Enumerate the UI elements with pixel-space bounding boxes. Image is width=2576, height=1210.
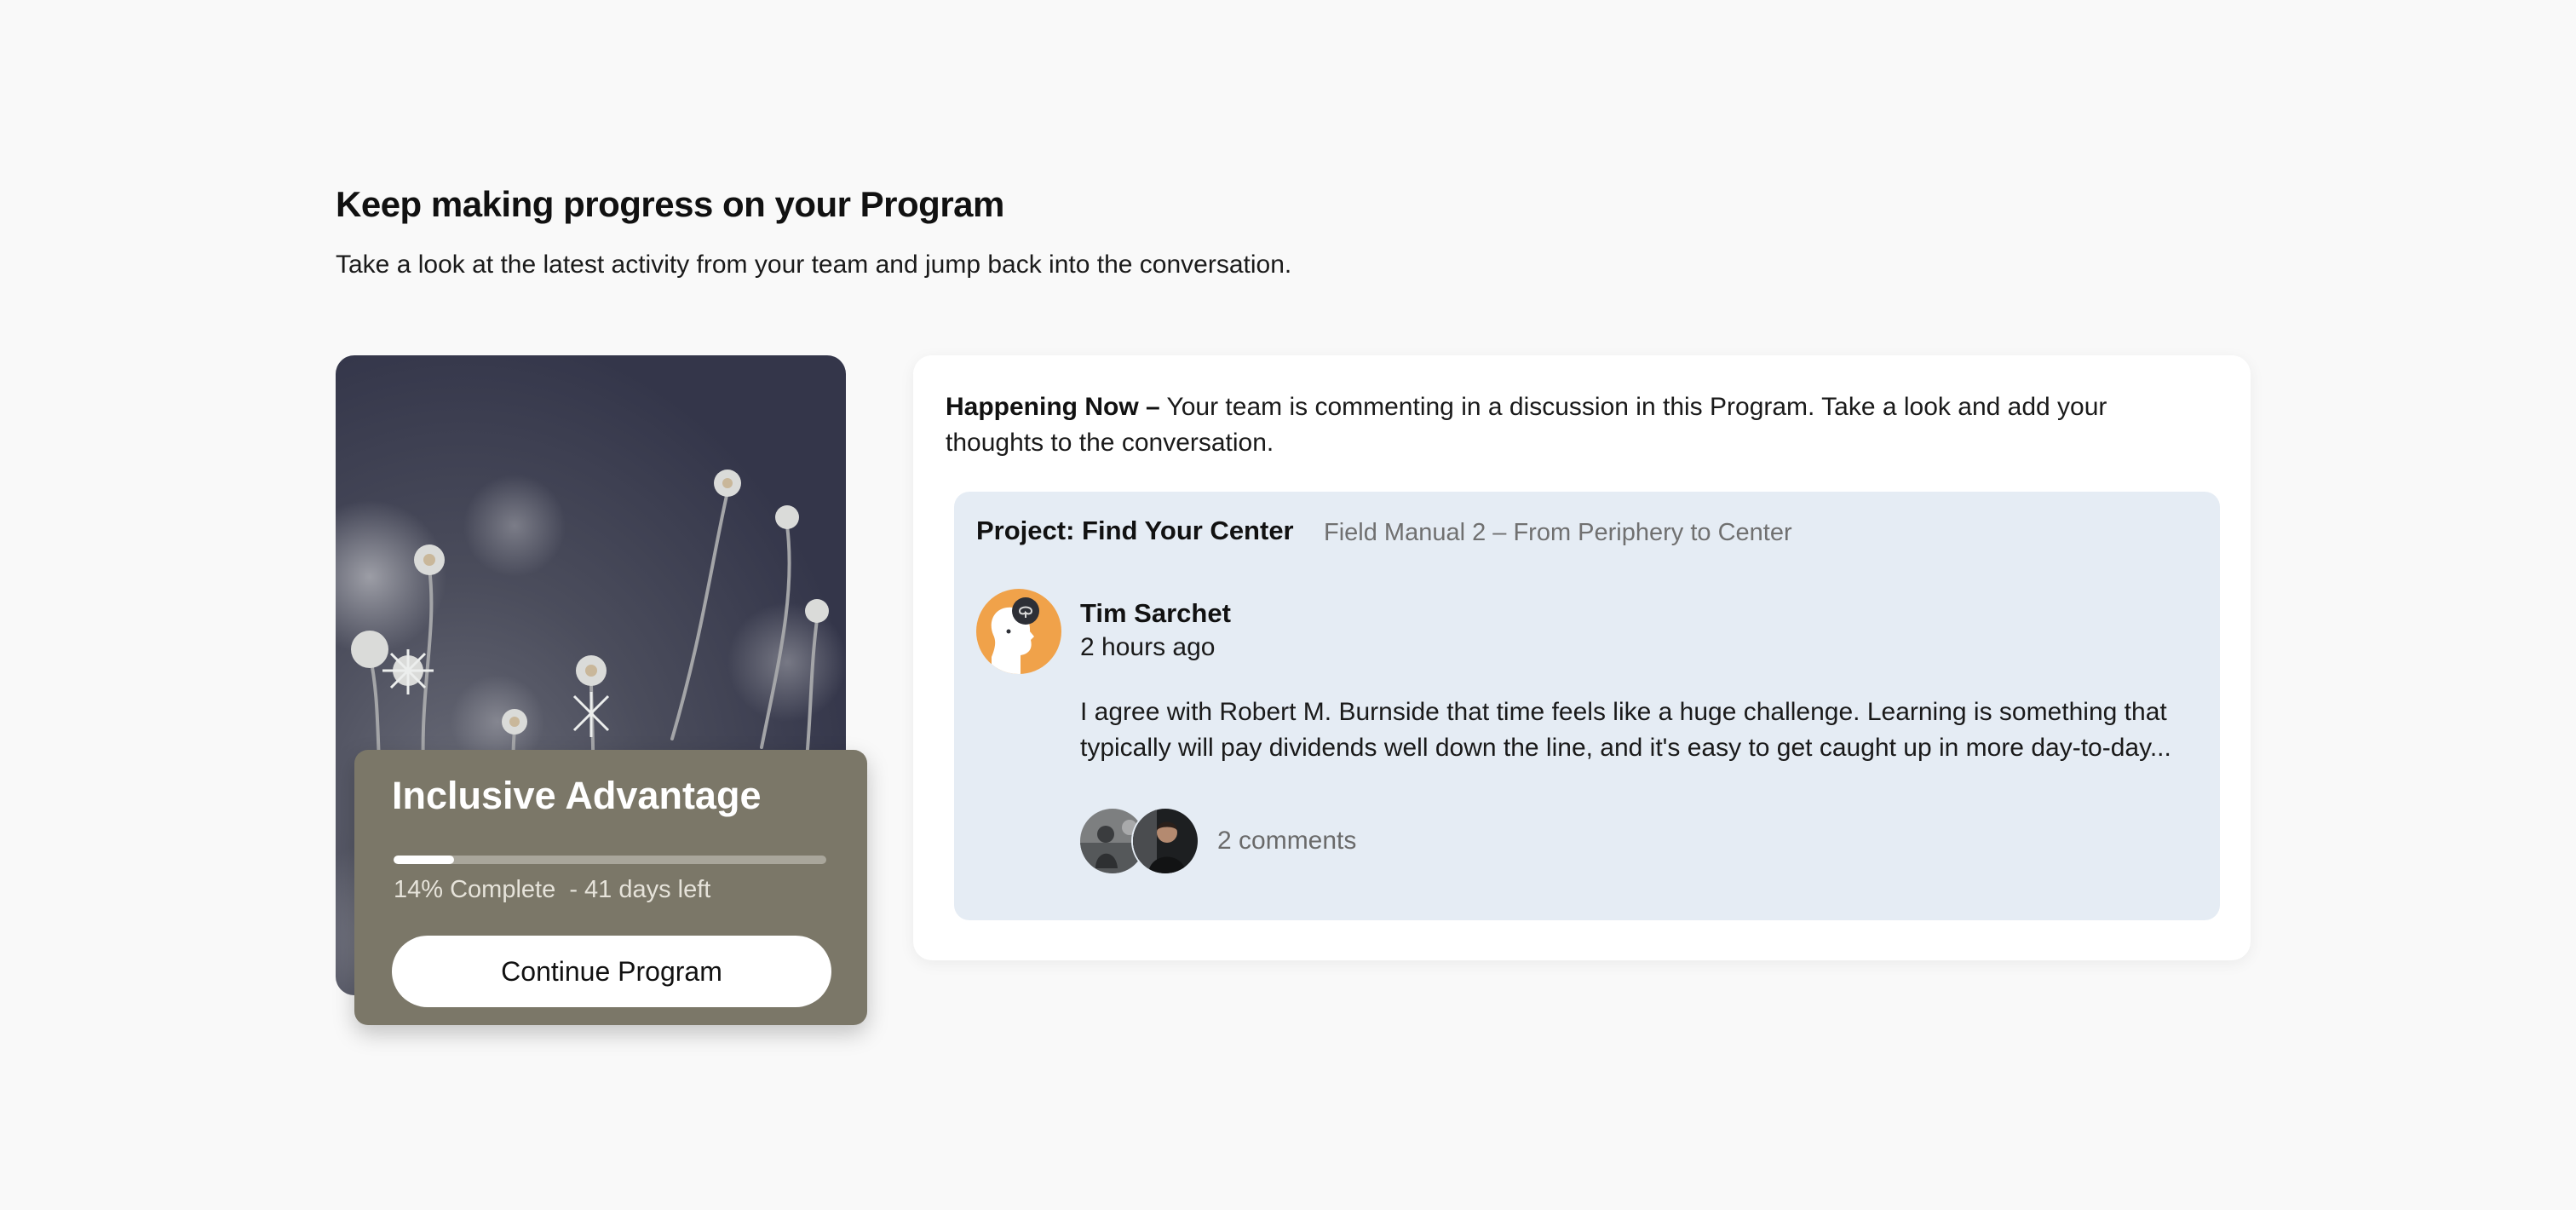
section-subtitle: Take a look at the latest activity from … — [336, 251, 1292, 279]
progress-bar — [394, 856, 826, 864]
project-title[interactable]: Project: Find Your Center — [976, 516, 1294, 546]
activity-message: Happening Now – Your team is commenting … — [946, 389, 2206, 461]
post-timestamp: 2 hours ago — [1080, 633, 1216, 661]
commenter-avatar-2[interactable] — [1131, 807, 1199, 875]
post-excerpt: I agree with Robert M. Burnside that tim… — [1080, 698, 2171, 762]
section-title: Keep making progress on your Program — [336, 184, 1004, 224]
project-subtitle: Field Manual 2 – From Periphery to Cente… — [1324, 519, 1792, 546]
author-name[interactable]: Tim Sarchet — [1080, 598, 1231, 629]
discussion-preview[interactable]: Project: Find Your Center Field Manual 2… — [954, 492, 2220, 920]
continue-program-button[interactable]: Continue Program — [392, 936, 831, 1007]
program-title: Inclusive Advantage — [392, 774, 762, 817]
head-silhouette-avatar-icon — [976, 589, 1061, 674]
author-avatar[interactable] — [976, 589, 1061, 674]
progress-bar-fill — [394, 856, 455, 864]
happening-now-label: Happening Now – — [946, 393, 1160, 421]
progress-status: 14% Complete - 41 days left — [394, 876, 711, 903]
commenter-photo-2-icon — [1133, 809, 1198, 873]
activity-card: Happening Now – Your team is commenting … — [913, 355, 2251, 960]
comments-count-link[interactable]: 2 comments — [1217, 827, 1356, 856]
program-card: Inclusive Advantage 14% Complete - 41 da… — [354, 750, 867, 1025]
